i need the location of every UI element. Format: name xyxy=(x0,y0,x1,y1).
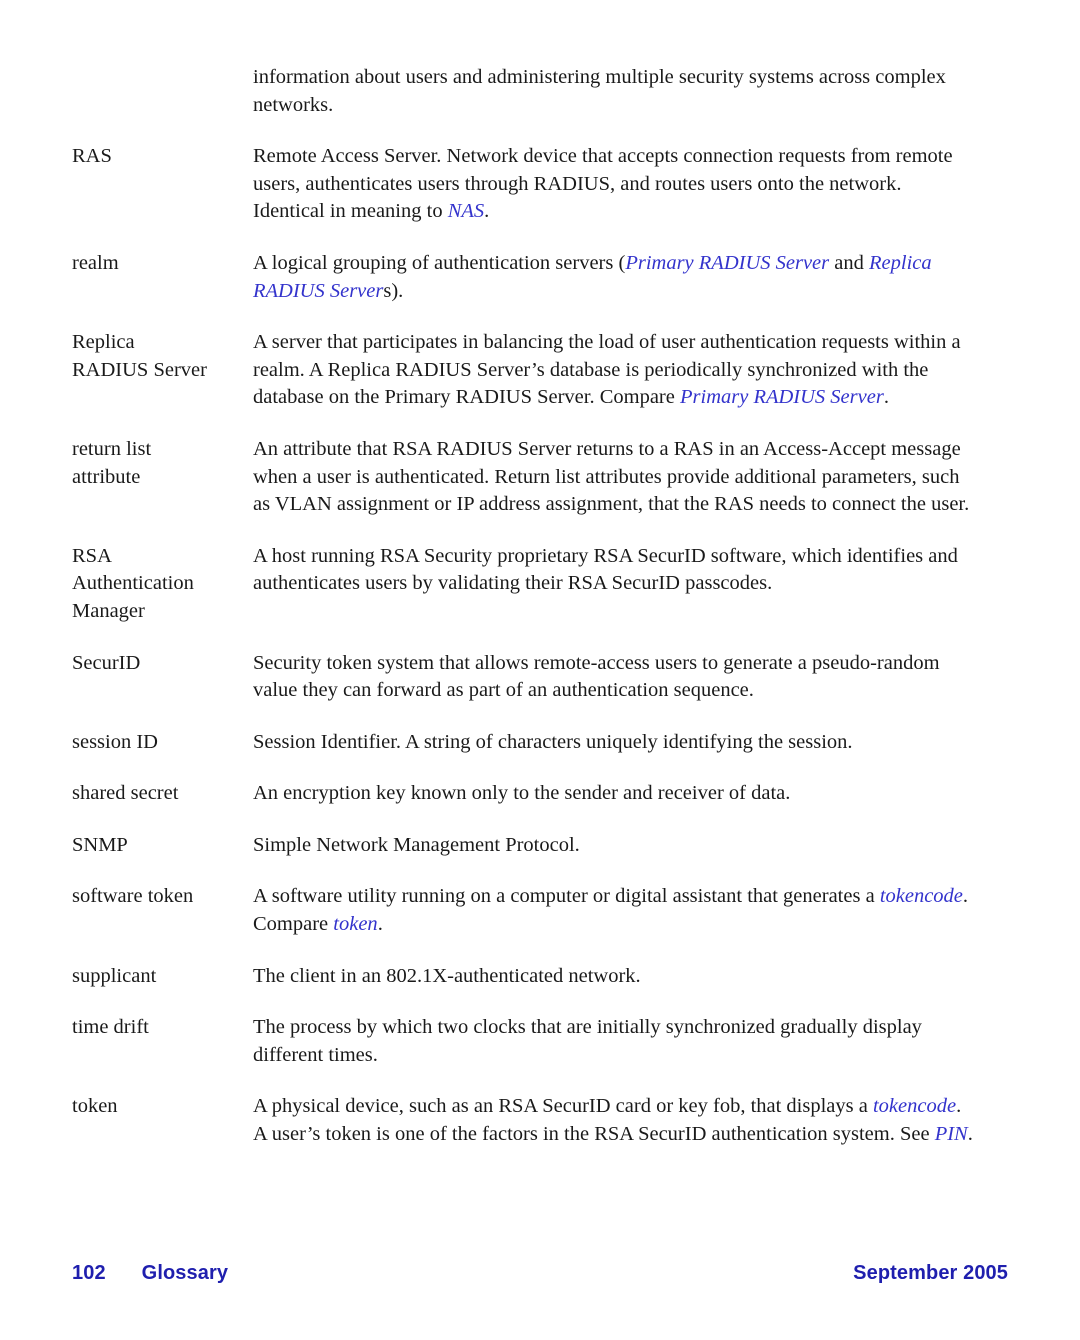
glossary-definition-text: The client in an 802.1X-authenticated ne… xyxy=(253,964,641,987)
glossary-entry: Replica RADIUS Server A server that parti… xyxy=(72,329,978,412)
glossary-cross-reference-link[interactable]: tokencode xyxy=(880,885,963,907)
glossary-entry: token A physical device, such as an RSA S… xyxy=(72,1093,978,1148)
glossary-definition-text: Security token system that allows remote… xyxy=(253,651,940,702)
glossary-term: time drift xyxy=(72,1016,149,1039)
glossary-entry: session ID Session Identifier. A string o… xyxy=(72,729,978,757)
glossary-definition: The client in an 802.1X-authenticated ne… xyxy=(253,963,978,991)
glossary-definition: A physical device, such as an RSA SecurI… xyxy=(253,1093,978,1148)
glossary-term: software token xyxy=(72,885,194,908)
glossary-cross-reference-link[interactable]: Primary RADIUS Server xyxy=(680,386,884,408)
footer-page-number: 102 xyxy=(72,1261,106,1284)
glossary-definition-text: s). xyxy=(383,279,404,302)
page-footer: 102 Glossary September 2005 xyxy=(72,1258,1008,1288)
glossary-definition: Remote Access Server. Network device tha… xyxy=(253,143,978,226)
glossary-term: Replica RADIUS Server xyxy=(72,331,207,381)
footer-date: September 2005 xyxy=(853,1261,1008,1284)
glossary-term: RAS xyxy=(72,145,112,168)
glossary-entry: RSA Authentication Manager A host running… xyxy=(72,543,978,626)
glossary-cross-reference-link[interactable]: PIN xyxy=(935,1123,968,1145)
glossary-definition-text: An attribute that RSA RADIUS Server retu… xyxy=(253,437,970,516)
glossary-entry: shared secret An encryption key known onl… xyxy=(72,780,978,808)
glossary-term: shared secret xyxy=(72,782,179,805)
glossary-definition: Simple Network Management Protocol. xyxy=(253,832,978,860)
glossary-term: SNMP xyxy=(72,833,128,856)
glossary-term: SecurID xyxy=(72,651,141,674)
glossary-definition-text: A logical grouping of authentication ser… xyxy=(253,251,626,274)
footer-left-group: 102 Glossary xyxy=(72,1262,228,1285)
glossary-definition-text: A physical device, such as an RSA SecurI… xyxy=(253,1095,873,1118)
glossary-entry: time drift The process by which two clock… xyxy=(72,1014,978,1069)
glossary-definition: An attribute that RSA RADIUS Server retu… xyxy=(253,436,978,519)
glossary-entry: RAS Remote Access Server. Network device … xyxy=(72,143,978,226)
glossary-definition-text: The process by which two clocks that are… xyxy=(253,1016,922,1066)
glossary-cross-reference-link[interactable]: NAS xyxy=(448,200,484,222)
glossary-definition: A software utility running on a computer… xyxy=(253,883,978,938)
glossary-term: realm xyxy=(72,251,119,274)
glossary-definition-text: Session Identifier. A string of characte… xyxy=(253,730,853,753)
glossary-definition-text: . xyxy=(883,386,889,409)
glossary-entry: supplicant The client in an 802.1X-authen… xyxy=(72,963,978,991)
glossary-cross-reference-link[interactable]: tokencode xyxy=(873,1095,956,1117)
glossary-definition-text: Remote Access Server. Network device tha… xyxy=(253,145,953,223)
glossary-definition: A logical grouping of authentication ser… xyxy=(253,250,978,305)
glossary-cross-reference-link[interactable]: token xyxy=(333,913,377,935)
glossary-definition-text: An encryption key known only to the send… xyxy=(253,782,791,805)
glossary-term: token xyxy=(72,1095,118,1118)
glossary-definition: A server that participates in balancing … xyxy=(253,329,978,412)
glossary-term: return list attribute xyxy=(72,437,152,488)
glossary-definition: information about users and administerin… xyxy=(253,64,978,119)
glossary-definition: A host running RSA Security proprietary … xyxy=(253,543,978,598)
glossary-entry-list: information about users and administerin… xyxy=(72,64,978,1173)
glossary-definition: Session Identifier. A string of characte… xyxy=(253,729,978,757)
glossary-definition-text: A host running RSA Security proprietary … xyxy=(253,544,958,595)
glossary-definition-text: . xyxy=(484,200,490,223)
glossary-definition-text: . xyxy=(967,1123,973,1146)
glossary-definition-text: Simple Network Management Protocol. xyxy=(253,833,580,856)
glossary-entry: return list attribute An attribute that R… xyxy=(72,436,978,519)
glossary-definition: An encryption key known only to the send… xyxy=(253,780,978,808)
glossary-term: supplicant xyxy=(72,964,157,987)
glossary-page: information about users and administerin… xyxy=(0,0,1080,1340)
glossary-definition-text: . xyxy=(377,913,383,936)
footer-section-title: Glossary xyxy=(141,1261,229,1284)
glossary-entry: SecurID Security token system that allows… xyxy=(72,650,978,705)
glossary-definition-text: information about users and administerin… xyxy=(253,66,946,116)
glossary-cross-reference-link[interactable]: Primary RADIUS Server xyxy=(625,252,829,274)
glossary-term: RSA Authentication Manager xyxy=(72,544,194,622)
glossary-definition-text: A software utility running on a computer… xyxy=(253,885,880,908)
glossary-entry: information about users and administerin… xyxy=(72,64,978,119)
glossary-definition: The process by which two clocks that are… xyxy=(253,1014,978,1069)
glossary-term: session ID xyxy=(72,730,158,753)
glossary-definition: Security token system that allows remote… xyxy=(253,650,978,705)
glossary-definition-text: and xyxy=(829,251,869,274)
glossary-entry: SNMP Simple Network Management Protocol. xyxy=(72,832,978,860)
glossary-entry: software token A software utility running… xyxy=(72,883,978,938)
glossary-entry: realm A logical grouping of authenticatio… xyxy=(72,250,978,305)
